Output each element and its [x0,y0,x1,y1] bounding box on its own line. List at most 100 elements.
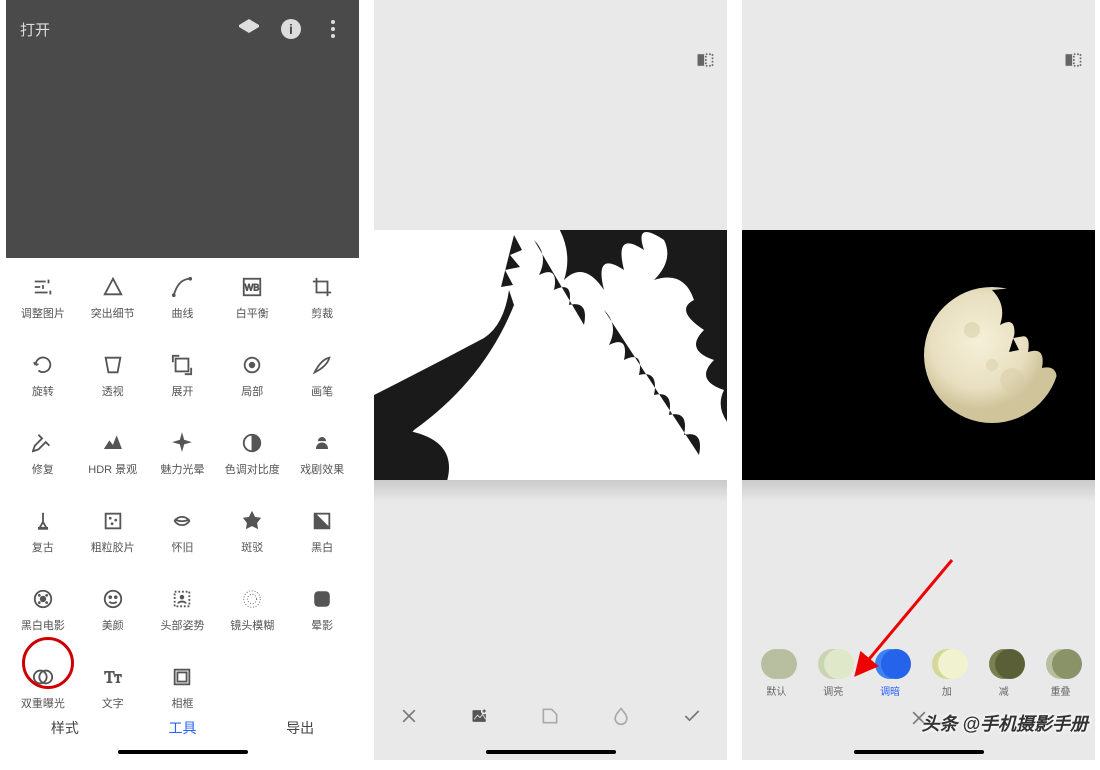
shadow [374,480,727,502]
edit-bar [374,696,727,740]
home-indicator [854,750,984,754]
blend-default[interactable]: .blend:nth-child(1) .bball::after{backgr… [761,649,791,698]
tool-label: 怀旧 [171,539,193,555]
image-canvas[interactable] [374,230,727,480]
tool-bw[interactable]: 黑白 [287,502,357,562]
blend-label: 减 [999,683,1009,698]
tool-label: 复古 [32,539,54,555]
tool-label: 魅力光晕 [160,461,204,477]
blend-mode-row: .blend:nth-child(1) .bball::after{backgr… [742,649,1095,698]
tool-label: 黑白 [311,539,333,555]
open-label[interactable]: 打开 [20,19,50,40]
tool-expand[interactable]: 展开 [148,346,218,406]
watermark: 头条 @手机摄影手册 [921,710,1088,736]
blend-label: 默认 [766,683,786,698]
tool-vignette[interactable]: 晕影 [287,580,357,640]
tool-drama[interactable]: 戏剧效果 [287,424,357,484]
tool-label: 相框 [171,695,193,711]
tool-label: 镜头模糊 [230,617,274,633]
shadow [742,480,1095,502]
screen-tools: 打开 i 调整图片 突出细节 曲线 WB 白平衡 剪裁 旋转 透视 展开 局部 画… [6,0,359,760]
tab-tools[interactable]: 工具 [168,718,196,738]
tool-grid: 调整图片 突出细节 曲线 WB白平衡 剪裁 旋转 透视 展开 局部 画笔 修复 … [6,258,359,718]
blend-subtract[interactable]: .blend:nth-child(5) .bball::after{backgr… [989,649,1019,698]
tool-label: 修复 [32,461,54,477]
tool-frames[interactable]: 相框 [148,658,218,718]
blend-label: 调暗 [880,683,900,698]
screen-edit-roof [374,0,727,760]
tool-label: 局部 [241,383,263,399]
topbar: 打开 i [6,0,359,58]
svg-text:i: i [289,21,293,37]
preview-area [6,58,359,258]
tool-label: 文字 [102,695,124,711]
blend-darken[interactable]: .blend:nth-child(3) .bball::after{backgr… [875,649,905,698]
tool-vintage[interactable]: 复古 [8,502,78,562]
tool-retrolux[interactable]: 怀旧 [148,502,218,562]
bottom-tabs: 样式 工具 导出 [6,718,359,738]
compare-icon[interactable] [1063,50,1083,75]
tool-label: 旋转 [32,383,54,399]
tool-double-exposure[interactable]: 双重曝光 [8,658,78,718]
blend-add[interactable]: .blend:nth-child(4) .bball::after{backgr… [932,649,962,698]
tool-label: 斑驳 [241,539,263,555]
tool-label: 晕影 [311,617,333,633]
image-canvas[interactable] [742,230,1095,480]
tab-export[interactable]: 导出 [286,718,314,738]
tool-label: 曲线 [171,305,193,321]
layers-icon[interactable] [237,17,261,41]
svg-text:WB: WB [245,282,260,292]
tool-crop[interactable]: 剪裁 [287,268,357,328]
tool-selective[interactable]: 局部 [217,346,287,406]
tool-grainy-film[interactable]: 粗粒胶片 [78,502,148,562]
tool-text[interactable]: Tт 文字 [78,658,148,718]
opacity-button[interactable] [611,706,631,731]
blend-label: 加 [942,683,952,698]
blend-lighten[interactable]: .blend:nth-child(2) .bball::after{backgr… [818,649,848,698]
cancel-button[interactable] [399,706,419,731]
tool-noir[interactable]: 黑白电影 [8,580,78,640]
more-icon[interactable] [321,17,345,41]
tool-label: 展开 [171,383,193,399]
tool-portrait[interactable]: 美颜 [78,580,148,640]
tool-glamour-glow[interactable]: 魅力光晕 [148,424,218,484]
tool-grunge[interactable]: 斑驳 [217,502,287,562]
tool-label: HDR 景观 [88,461,137,477]
svg-text:Tт: Tт [104,667,121,686]
tool-label: 戏剧效果 [300,461,344,477]
blend-label: 调亮 [823,683,843,698]
tool-label: 粗粒胶片 [91,539,135,555]
tool-tonal-contrast[interactable]: 色调对比度 [217,424,287,484]
tool-label: 双重曝光 [21,695,65,711]
home-indicator [118,750,248,754]
apply-button[interactable] [682,706,702,731]
tool-hdr[interactable]: HDR 景观 [78,424,148,484]
tool-label: 色调对比度 [225,461,280,477]
style-button[interactable] [540,706,560,731]
compare-icon[interactable] [695,50,715,75]
tool-tune-image[interactable]: 调整图片 [8,268,78,328]
tool-label: 画笔 [311,383,333,399]
tool-curves[interactable]: 曲线 [148,268,218,328]
tool-label: 黑白电影 [21,617,65,633]
blend-overlay[interactable]: .blend:nth-child(6) .bball::after{backgr… [1046,649,1076,698]
add-image-button[interactable] [470,706,490,731]
tool-rotate[interactable]: 旋转 [8,346,78,406]
tool-brush[interactable]: 画笔 [287,346,357,406]
tool-perspective[interactable]: 透视 [78,346,148,406]
tool-healing[interactable]: 修复 [8,424,78,484]
tool-label: 透视 [102,383,124,399]
tool-label: 调整图片 [21,305,65,321]
home-indicator [486,750,616,754]
blend-label: 重叠 [1051,683,1071,698]
tool-label: 剪裁 [311,305,333,321]
info-icon[interactable]: i [279,17,303,41]
tool-white-balance[interactable]: WB 白平衡 [217,268,287,328]
tool-label: 头部姿势 [160,617,204,633]
tool-lens-blur[interactable]: 镜头模糊 [217,580,287,640]
tool-label: 白平衡 [236,305,269,321]
tool-head-pose[interactable]: 头部姿势 [148,580,218,640]
tool-label: 美颜 [102,617,124,633]
tool-details[interactable]: 突出细节 [78,268,148,328]
tab-styles[interactable]: 样式 [51,718,79,738]
